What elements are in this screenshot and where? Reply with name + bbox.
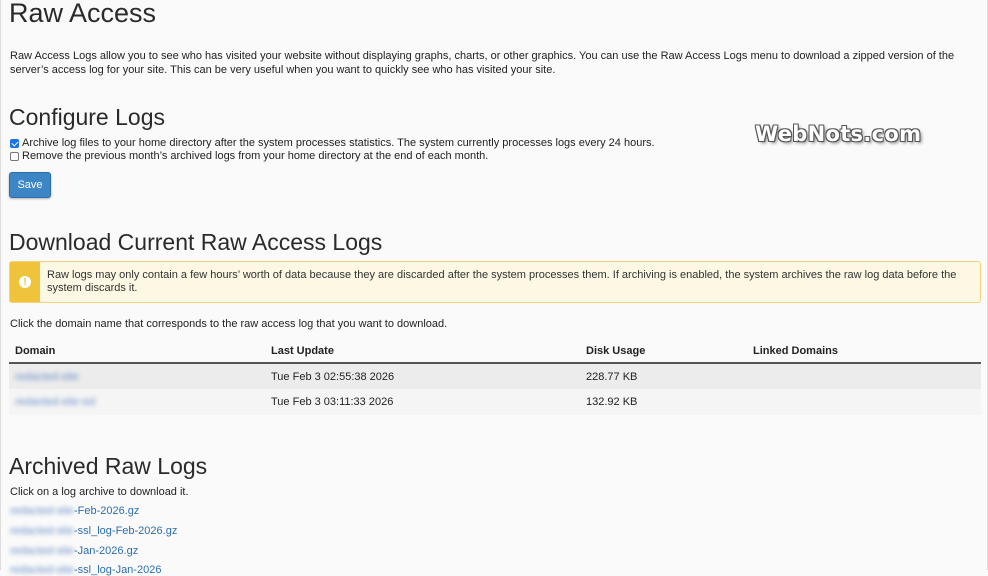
last-update-cell: Tue Feb 3 02:55:38 2026 (265, 363, 580, 389)
download-instruction: Click the domain name that corresponds t… (10, 318, 448, 330)
alert-text: Raw logs may only contain a few hours’ w… (47, 269, 957, 294)
save-button[interactable]: Save (9, 172, 51, 198)
configure-logs-heading: Configure Logs (9, 104, 165, 130)
remove-logs-checkbox[interactable] (10, 151, 19, 161)
raw-logs-table: Domain Last Update Disk Usage Linked Dom… (9, 339, 981, 415)
remove-logs-option[interactable]: Remove the previous month’s archived log… (10, 149, 488, 163)
domain-link[interactable]: redacted-site-ssl (15, 396, 96, 408)
archive-link[interactable]: redacted-site-ssl_log-Feb-2026.gz (10, 525, 177, 537)
archive-link[interactable]: redacted-site-Feb-2026.gz (10, 505, 139, 517)
archived-logs-heading: Archived Raw Logs (9, 453, 208, 479)
table-row: redacted-site Tue Feb 3 02:55:38 2026 22… (9, 363, 981, 389)
watermark-logo: WebNots.com (755, 122, 922, 146)
archive-link-suffix: -ssl_log-Feb-2026.gz (74, 525, 178, 537)
archive-logs-option[interactable]: Archive log files to your home directory… (10, 136, 655, 150)
page-title: Raw Access (9, 0, 157, 28)
intro-text: Raw Access Logs allow you to see who has… (10, 50, 955, 76)
archive-logs-checkbox[interactable] (10, 138, 19, 148)
archive-logs-label: Archive log files to your home directory… (22, 137, 655, 149)
domain-cell[interactable]: redacted-site-ssl (9, 389, 265, 415)
disk-usage-cell: 132.92 KB (580, 389, 747, 415)
archive-instruction: Click on a log archive to download it. (10, 486, 189, 498)
table-row: redacted-site-ssl Tue Feb 3 03:11:33 202… (9, 389, 981, 415)
disk-usage-cell: 228.77 KB (580, 363, 747, 389)
archive-link-prefix: redacted-site (10, 564, 74, 576)
archive-link-prefix: redacted-site (10, 505, 74, 517)
last-update-cell: Tue Feb 3 03:11:33 2026 (265, 389, 580, 415)
alert-stripe: ! (10, 262, 40, 302)
archive-link-suffix: -Jan-2026.gz (74, 545, 139, 557)
domain-cell[interactable]: redacted-site (9, 363, 265, 389)
warning-alert: ! Raw logs may only contain a few hours’… (9, 261, 981, 303)
archive-link-suffix: -Feb-2026.gz (74, 505, 140, 517)
table-header-row: Domain Last Update Disk Usage Linked Dom… (9, 339, 981, 364)
linked-domains-cell (747, 363, 981, 389)
archive-link[interactable]: redacted-site-ssl_log-Jan-2026 (10, 564, 161, 576)
archive-link[interactable]: redacted-site-Jan-2026.gz (10, 545, 138, 557)
archive-link-suffix: -ssl_log-Jan-2026 (74, 564, 162, 576)
archive-link-prefix: redacted-site (10, 545, 74, 557)
column-header-domain[interactable]: Domain (9, 339, 265, 364)
linked-domains-cell (747, 389, 981, 415)
column-header-last-update[interactable]: Last Update (265, 339, 580, 364)
column-header-linked-domains[interactable]: Linked Domains (747, 339, 981, 364)
download-logs-heading: Download Current Raw Access Logs (9, 229, 383, 255)
remove-logs-label: Remove the previous month’s archived log… (22, 150, 489, 162)
exclamation-icon: ! (19, 276, 31, 288)
archive-link-prefix: redacted-site (10, 525, 74, 537)
column-header-disk-usage[interactable]: Disk Usage (580, 339, 747, 364)
domain-link[interactable]: redacted-site (15, 371, 79, 383)
